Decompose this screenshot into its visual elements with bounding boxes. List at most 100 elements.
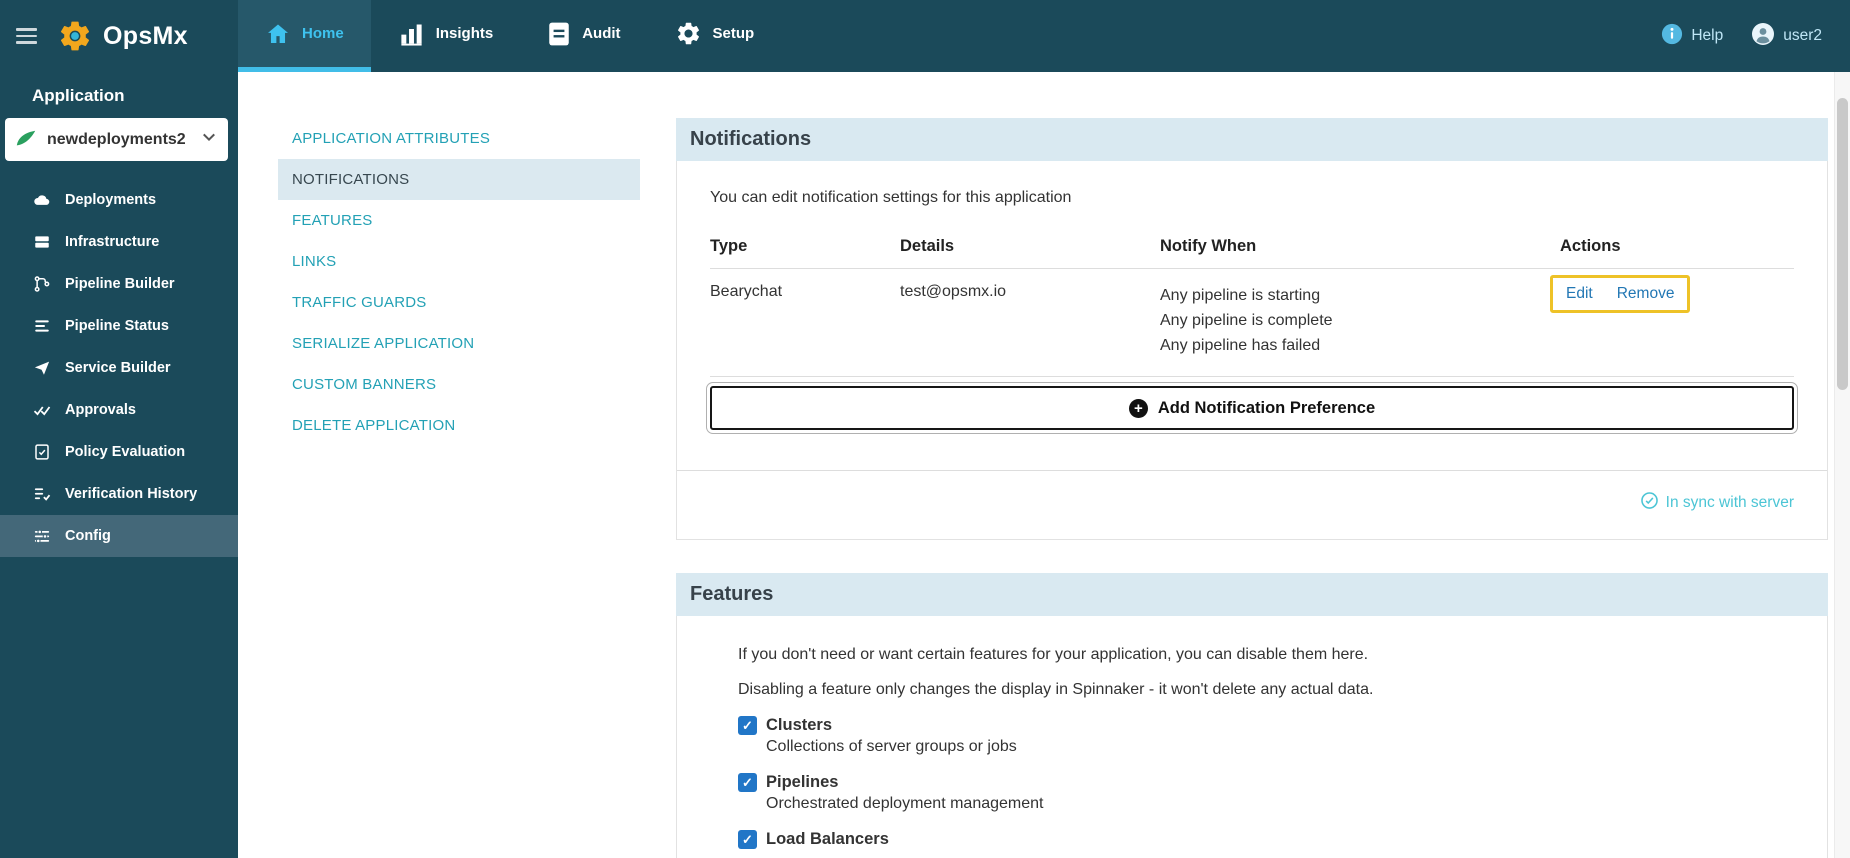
feature-label: Pipelines bbox=[766, 773, 839, 791]
sidebar-item-label: Policy Evaluation bbox=[65, 444, 186, 460]
user-avatar-icon bbox=[1751, 22, 1775, 51]
features-section: Features If you don't need or want certa… bbox=[676, 573, 1828, 858]
sidebar-item-verification-history[interactable]: Verification History bbox=[0, 473, 238, 515]
sidebar-item-policy-evaluation[interactable]: Policy Evaluation bbox=[0, 431, 238, 473]
config-content: Notifications You can edit notification … bbox=[676, 118, 1828, 858]
col-header-details: Details bbox=[900, 237, 955, 255]
tab-audit[interactable]: Audit bbox=[520, 0, 647, 72]
tab-setup[interactable]: Setup bbox=[648, 0, 782, 72]
top-navbar: OpsMx Home Insights Audit Setup Help use… bbox=[0, 0, 1850, 72]
infrastructure-icon bbox=[32, 233, 51, 251]
sidebar-item-label: Pipeline Status bbox=[65, 318, 169, 334]
add-notification-preference-button[interactable]: + Add Notification Preference bbox=[706, 382, 1798, 434]
help-label: Help bbox=[1691, 27, 1724, 44]
service-builder-icon bbox=[32, 359, 51, 377]
sidebar: Application newdeployments2 Deployments … bbox=[0, 72, 238, 858]
sidebar-item-label: Infrastructure bbox=[65, 234, 160, 250]
feature-label: Clusters bbox=[766, 716, 833, 734]
deployments-icon bbox=[32, 191, 51, 209]
sidebar-item-deployments[interactable]: Deployments bbox=[0, 179, 238, 221]
tab-label: Setup bbox=[712, 25, 755, 42]
info-icon bbox=[1661, 23, 1683, 50]
clusters-checkbox[interactable] bbox=[738, 716, 757, 735]
pipelines-checkbox[interactable] bbox=[738, 773, 757, 792]
config-nav-features[interactable]: FEATURES bbox=[278, 200, 640, 241]
notify-when-line: Any pipeline has failed bbox=[1160, 337, 1321, 354]
sidebar-item-label: Service Builder bbox=[65, 360, 171, 376]
pipeline-status-icon bbox=[32, 317, 51, 335]
notify-when-line: Any pipeline is starting bbox=[1160, 287, 1321, 304]
sync-status: In sync with server bbox=[710, 471, 1794, 539]
application-section-label: Application bbox=[32, 86, 125, 105]
col-header-notify-when: Notify When bbox=[1160, 237, 1257, 255]
sidebar-item-config[interactable]: Config bbox=[0, 515, 238, 557]
audit-icon bbox=[547, 21, 571, 47]
sidebar-item-infrastructure[interactable]: Infrastructure bbox=[0, 221, 238, 263]
config-nav-links[interactable]: LINKS bbox=[278, 241, 640, 282]
check-circle-icon bbox=[1640, 491, 1659, 515]
load-balancers-checkbox[interactable] bbox=[738, 830, 757, 849]
plus-icon: + bbox=[1128, 398, 1148, 418]
config-nav-traffic-guards[interactable]: TRAFFIC GUARDS bbox=[278, 282, 640, 323]
application-selector[interactable]: newdeployments2 bbox=[5, 118, 228, 161]
col-header-actions: Actions bbox=[1560, 237, 1621, 255]
sidebar-item-pipeline-builder[interactable]: Pipeline Builder bbox=[0, 263, 238, 305]
remove-notification-link[interactable]: Remove bbox=[1617, 285, 1675, 303]
notification-row: Bearychat test@opsmx.io Any pipeline is … bbox=[710, 269, 1794, 377]
main-content: APPLICATION ATTRIBUTES NOTIFICATIONS FEA… bbox=[238, 72, 1850, 858]
actions-highlight-box: Edit Remove bbox=[1550, 275, 1691, 313]
notify-when-line: Any pipeline is complete bbox=[1160, 312, 1333, 329]
user-menu[interactable]: user2 bbox=[1751, 22, 1822, 51]
tab-label: Home bbox=[302, 25, 344, 42]
features-intro-line: Disabling a feature only changes the dis… bbox=[738, 681, 1374, 698]
feature-description: Orchestrated deployment management bbox=[766, 795, 1044, 812]
insights-icon bbox=[398, 20, 425, 47]
opsmx-logo-icon bbox=[57, 18, 93, 54]
config-nav-serialize-application[interactable]: SERIALIZE APPLICATION bbox=[278, 323, 640, 364]
notifications-section: Notifications You can edit notification … bbox=[676, 118, 1828, 540]
config-nav-custom-banners[interactable]: CUSTOM BANNERS bbox=[278, 364, 640, 405]
notifications-section-title: Notifications bbox=[676, 118, 1828, 161]
col-header-type: Type bbox=[710, 237, 748, 255]
main-tabs: Home Insights Audit Setup bbox=[238, 0, 781, 72]
hamburger-menu-icon[interactable] bbox=[12, 24, 41, 48]
scrollbar-thumb[interactable] bbox=[1837, 98, 1848, 390]
sidebar-item-approvals[interactable]: Approvals bbox=[0, 389, 238, 431]
brand-name: OpsMx bbox=[103, 21, 188, 50]
brand-area: OpsMx bbox=[0, 0, 238, 72]
help-button[interactable]: Help bbox=[1661, 23, 1723, 50]
notification-details: test@opsmx.io bbox=[900, 283, 1007, 300]
sidebar-item-label: Pipeline Builder bbox=[65, 276, 175, 292]
application-logo-icon bbox=[5, 127, 47, 153]
edit-notification-link[interactable]: Edit bbox=[1566, 285, 1593, 303]
notifications-table-header: Type Details Notify When Actions bbox=[710, 229, 1794, 269]
notifications-card: You can edit notification settings for t… bbox=[676, 161, 1828, 540]
features-card: If you don't need or want certain featur… bbox=[676, 616, 1828, 858]
config-nav-notifications[interactable]: NOTIFICATIONS bbox=[278, 159, 640, 200]
vertical-scrollbar[interactable] bbox=[1834, 72, 1850, 858]
notifications-description: You can edit notification settings for t… bbox=[710, 189, 1072, 206]
config-section-nav: APPLICATION ATTRIBUTES NOTIFICATIONS FEA… bbox=[278, 118, 640, 858]
sidebar-item-label: Deployments bbox=[65, 192, 157, 208]
pipeline-builder-icon bbox=[32, 275, 51, 293]
tab-label: Insights bbox=[435, 25, 494, 42]
sidebar-item-label: Config bbox=[65, 528, 111, 544]
notification-notify-when: Any pipeline is starting Any pipeline is… bbox=[1160, 283, 1560, 358]
sidebar-item-label: Verification History bbox=[65, 486, 198, 502]
username-label: user2 bbox=[1783, 27, 1822, 44]
sidebar-item-service-builder[interactable]: Service Builder bbox=[0, 347, 238, 389]
features-section-title: Features bbox=[676, 573, 1828, 616]
topbar-right: Help user2 bbox=[1661, 0, 1850, 72]
feature-description: Collections of server groups or jobs bbox=[766, 738, 1017, 755]
tab-home[interactable]: Home bbox=[238, 0, 371, 72]
config-nav-delete-application[interactable]: DELETE APPLICATION bbox=[278, 405, 640, 446]
application-selector-value: newdeployments2 bbox=[47, 130, 186, 148]
sync-status-label: In sync with server bbox=[1665, 494, 1794, 511]
config-sliders-icon bbox=[32, 527, 51, 545]
notification-actions: Edit Remove bbox=[1550, 275, 1794, 313]
config-nav-application-attributes[interactable]: APPLICATION ATTRIBUTES bbox=[278, 118, 640, 159]
tab-insights[interactable]: Insights bbox=[371, 0, 521, 72]
sidebar-item-pipeline-status[interactable]: Pipeline Status bbox=[0, 305, 238, 347]
feature-item-pipelines: Pipelines Orchestrated deployment manage… bbox=[738, 773, 1794, 813]
feature-label: Load Balancers bbox=[766, 830, 889, 848]
